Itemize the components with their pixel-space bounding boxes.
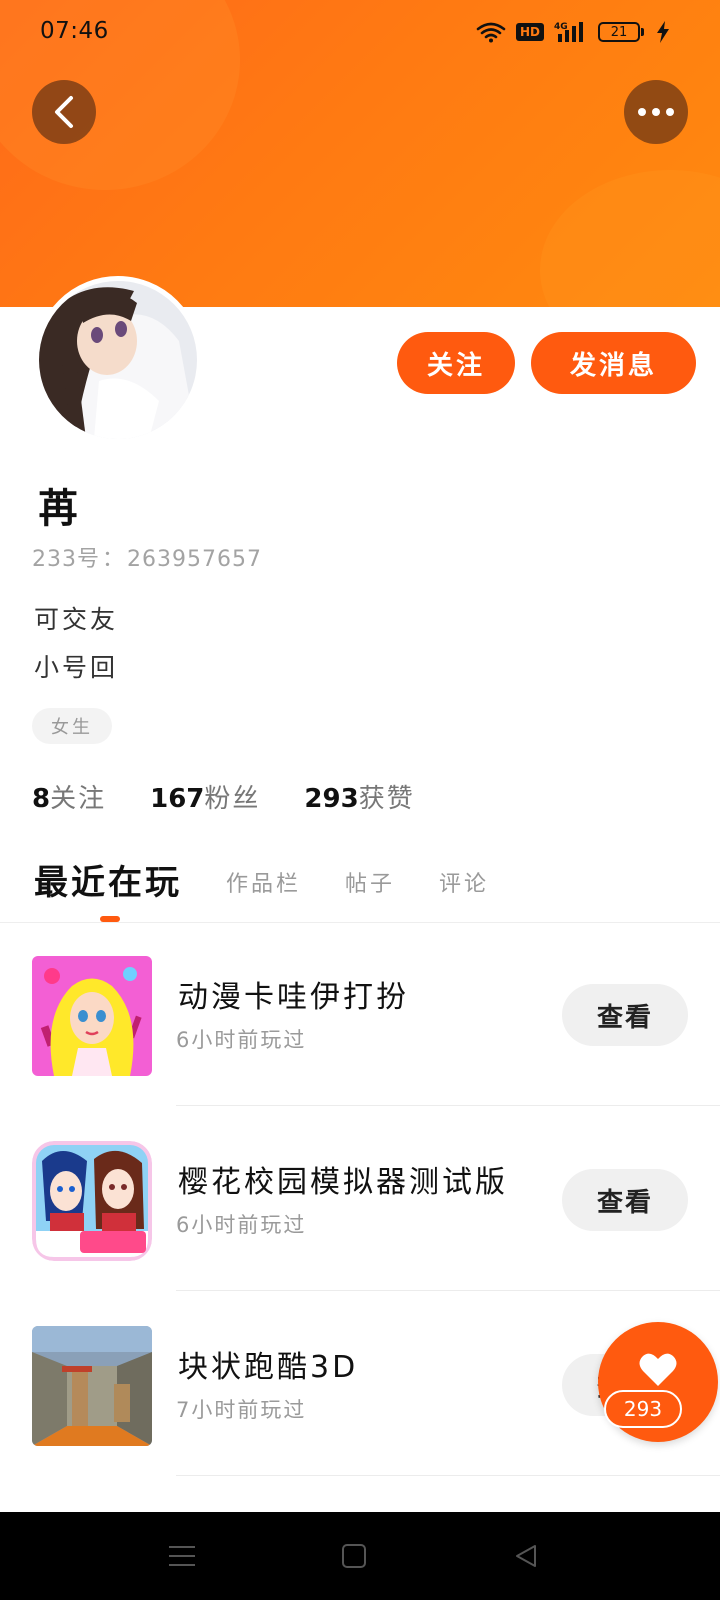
game-icon	[32, 1326, 152, 1446]
likes-label: 获赞	[358, 784, 415, 814]
menu-icon	[169, 1546, 195, 1566]
list-item[interactable]: 动漫卡哇伊打扮 6小时前玩过 查看	[0, 922, 720, 1106]
profile-stats: 8关注 167粉丝 293获赞	[32, 778, 415, 815]
follow-button[interactable]: 关注	[397, 332, 515, 394]
game-icon	[32, 1141, 152, 1261]
more-options-button[interactable]	[624, 80, 688, 144]
avatar-image	[39, 281, 197, 439]
chevron-left-icon	[55, 96, 73, 128]
status-icons: HD 4G 21	[476, 20, 670, 44]
likes-count: 293	[304, 784, 359, 814]
more-dots-icon	[638, 108, 674, 116]
gender-tag: 女生	[32, 708, 112, 744]
game-title: 樱花校园模拟器测试版	[178, 1165, 508, 1200]
charging-bolt-icon	[657, 21, 669, 43]
divider	[176, 1475, 720, 1476]
square-icon	[342, 1544, 366, 1568]
tab-posts[interactable]: 帖子	[345, 866, 395, 912]
likes-stat: 293获赞	[304, 778, 414, 815]
user-id-label: 233号	[32, 547, 100, 572]
divider	[176, 1105, 720, 1106]
banner-decoration	[540, 170, 720, 307]
game-played-time: 6小时前玩过	[176, 1213, 307, 1237]
like-count-badge: 293	[604, 1390, 682, 1428]
following-count: 8	[32, 784, 51, 814]
system-navigation-bar	[0, 1512, 720, 1600]
status-time: 07:46	[40, 18, 109, 44]
signal-icon: 4G	[554, 22, 583, 42]
bio-line: 小号回	[34, 653, 119, 682]
tab-works[interactable]: 作品栏	[226, 866, 301, 912]
battery-icon: 21	[598, 22, 644, 42]
avatar[interactable]	[34, 276, 202, 444]
view-game-button[interactable]: 查看	[562, 1169, 688, 1231]
home-button[interactable]	[336, 1538, 372, 1574]
following-stat[interactable]: 8关注	[32, 778, 106, 815]
user-id: 233号：263957657	[32, 541, 262, 573]
back-button[interactable]	[32, 80, 96, 144]
status-bar: 07:46 HD 4G 21	[0, 0, 720, 64]
battery-level: 21	[598, 22, 640, 42]
hd-voice-icon: HD	[515, 23, 544, 41]
profile-tabs: 最近在玩 作品栏 帖子 评论	[34, 852, 533, 912]
tab-comments[interactable]: 评论	[439, 866, 489, 912]
fans-count: 167	[150, 784, 205, 814]
tab-recently-played[interactable]: 最近在玩	[34, 855, 182, 912]
user-id-separator: ：	[102, 547, 126, 572]
game-played-time: 6小时前玩过	[176, 1028, 307, 1052]
fans-stat[interactable]: 167粉丝	[150, 778, 260, 815]
username: 苒	[38, 486, 78, 532]
wifi-icon	[476, 22, 506, 43]
game-title: 动漫卡哇伊打扮	[178, 980, 409, 1015]
game-title: 块状跑酷3D	[178, 1350, 359, 1385]
user-id-value: 263957657	[127, 547, 262, 572]
game-played-time: 7小时前玩过	[176, 1398, 307, 1422]
send-message-button[interactable]: 发消息	[531, 332, 696, 394]
divider	[176, 1290, 720, 1291]
following-label: 关注	[50, 784, 107, 814]
heart-icon	[639, 1353, 677, 1386]
game-icon	[32, 956, 152, 1076]
recent-apps-button[interactable]	[164, 1538, 200, 1574]
system-back-button[interactable]	[508, 1538, 544, 1574]
triangle-back-icon	[516, 1545, 536, 1567]
bio-line: 可交友	[34, 605, 119, 634]
list-item[interactable]: 樱花校园模拟器测试版 6小时前玩过 查看	[0, 1107, 720, 1291]
fans-label: 粉丝	[204, 784, 261, 814]
view-game-button[interactable]: 查看	[562, 984, 688, 1046]
